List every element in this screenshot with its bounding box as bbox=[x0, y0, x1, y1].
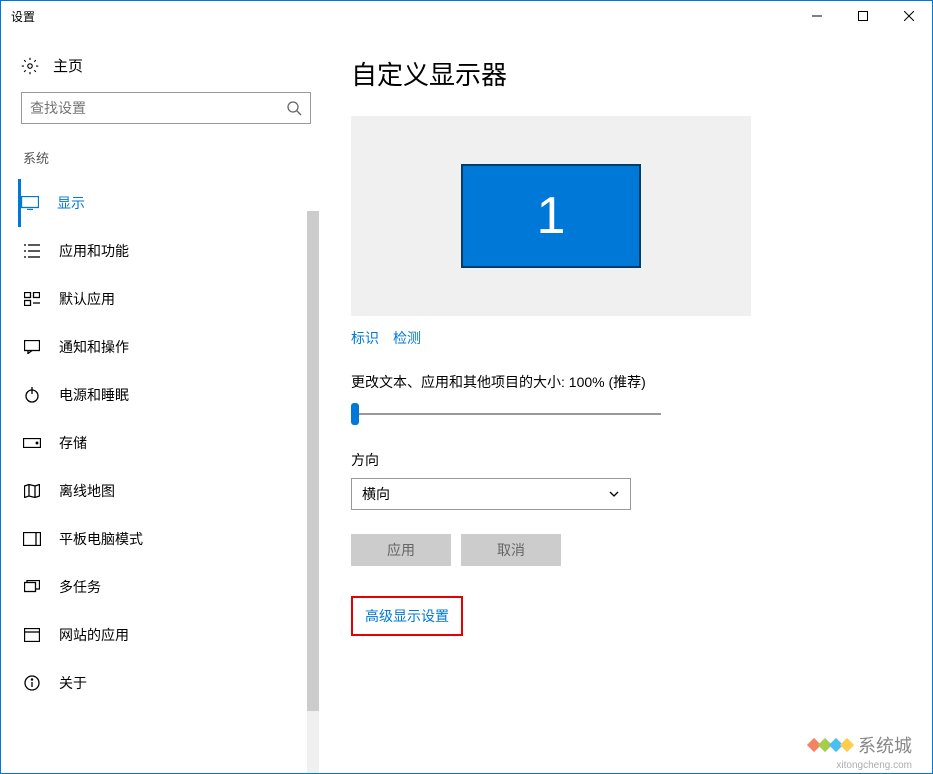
search-box[interactable] bbox=[21, 92, 311, 124]
search-icon bbox=[286, 100, 302, 116]
watermark-url: xitongcheng.com bbox=[836, 760, 912, 771]
slider-track bbox=[351, 413, 661, 415]
watermark-text: 系统城 bbox=[858, 732, 912, 758]
window-title: 设置 bbox=[11, 8, 794, 25]
nav-label: 电源和睡眠 bbox=[59, 385, 129, 405]
close-icon bbox=[904, 11, 914, 21]
nav-label: 通知和操作 bbox=[59, 337, 129, 357]
power-icon bbox=[23, 386, 41, 404]
window-icon bbox=[23, 626, 41, 644]
titlebar: 设置 bbox=[1, 1, 932, 31]
nav-label: 多任务 bbox=[59, 577, 101, 597]
monitor-1[interactable]: 1 bbox=[461, 164, 641, 268]
monitor-number: 1 bbox=[537, 186, 566, 246]
detect-link[interactable]: 检测 bbox=[393, 328, 421, 348]
monitor-preview: 1 bbox=[351, 116, 751, 316]
nav-label: 存储 bbox=[59, 433, 87, 453]
nav-label: 网站的应用 bbox=[59, 625, 129, 645]
cancel-button[interactable]: 取消 bbox=[461, 534, 561, 566]
nav-label: 关于 bbox=[59, 673, 87, 693]
close-button[interactable] bbox=[886, 1, 932, 31]
nav-list: 显示 应用和功能 默认应用 通知和操作 电源和睡眠 存储 bbox=[21, 179, 321, 707]
scale-slider[interactable] bbox=[351, 402, 661, 426]
nav-item-apps-websites[interactable]: 网站的应用 bbox=[21, 611, 321, 659]
minimize-icon bbox=[812, 11, 822, 21]
multitask-icon bbox=[23, 578, 41, 596]
titlebar-controls bbox=[794, 1, 932, 31]
sidebar: 主页 系统 显示 应用和功能 默认应用 bbox=[1, 31, 321, 773]
orientation-select[interactable]: 横向 bbox=[351, 478, 631, 510]
nav-item-notifications[interactable]: 通知和操作 bbox=[21, 323, 321, 371]
list-icon bbox=[23, 242, 41, 260]
home-button[interactable]: 主页 bbox=[21, 51, 321, 92]
maximize-icon bbox=[858, 11, 868, 21]
page-title: 自定义显示器 bbox=[351, 55, 902, 92]
nav-label: 应用和功能 bbox=[59, 241, 129, 261]
orientation-label: 方向 bbox=[351, 450, 902, 470]
advanced-display-link[interactable]: 高级显示设置 bbox=[365, 608, 449, 624]
highlight-annotation: 高级显示设置 bbox=[351, 596, 463, 636]
nav-item-default-apps[interactable]: 默认应用 bbox=[21, 275, 321, 323]
nav-item-tablet-mode[interactable]: 平板电脑模式 bbox=[21, 515, 321, 563]
info-icon bbox=[23, 674, 41, 692]
slider-thumb[interactable] bbox=[351, 403, 359, 425]
identify-link[interactable]: 标识 bbox=[351, 328, 379, 348]
maximize-button[interactable] bbox=[840, 1, 886, 31]
nav-label: 离线地图 bbox=[59, 481, 115, 501]
minimize-button[interactable] bbox=[794, 1, 840, 31]
tablet-icon bbox=[23, 530, 41, 548]
nav-item-storage[interactable]: 存储 bbox=[21, 419, 321, 467]
nav-label: 平板电脑模式 bbox=[59, 529, 143, 549]
nav-item-power-sleep[interactable]: 电源和睡眠 bbox=[21, 371, 321, 419]
nav-item-about[interactable]: 关于 bbox=[21, 659, 321, 707]
home-label: 主页 bbox=[53, 55, 83, 76]
apply-button[interactable]: 应用 bbox=[351, 534, 451, 566]
scrollbar-thumb[interactable] bbox=[307, 211, 319, 711]
scale-label: 更改文本、应用和其他项目的大小: 100% (推荐) bbox=[351, 372, 902, 392]
map-icon bbox=[23, 482, 41, 500]
chat-icon bbox=[23, 338, 41, 356]
nav-item-display[interactable]: 显示 bbox=[18, 179, 321, 227]
orientation-value: 横向 bbox=[362, 484, 390, 504]
nav-item-multitasking[interactable]: 多任务 bbox=[21, 563, 321, 611]
gear-icon bbox=[21, 57, 39, 75]
chevron-down-icon bbox=[608, 488, 620, 500]
grid-icon bbox=[23, 290, 41, 308]
nav-label: 显示 bbox=[57, 193, 85, 213]
display-icon bbox=[21, 194, 39, 212]
nav-label: 默认应用 bbox=[59, 289, 115, 309]
nav-item-offline-maps[interactable]: 离线地图 bbox=[21, 467, 321, 515]
search-input[interactable] bbox=[30, 100, 286, 116]
category-label: 系统 bbox=[21, 148, 321, 167]
sidebar-scrollbar[interactable] bbox=[307, 211, 319, 773]
windows-logo-icon bbox=[809, 740, 852, 750]
drive-icon bbox=[23, 434, 41, 452]
watermark: 系统城 bbox=[809, 732, 912, 758]
display-links: 标识 检测 bbox=[351, 328, 902, 348]
button-row: 应用 取消 bbox=[351, 534, 902, 566]
nav-item-apps-features[interactable]: 应用和功能 bbox=[21, 227, 321, 275]
main-panel: 自定义显示器 1 标识 检测 更改文本、应用和其他项目的大小: 100% (推荐… bbox=[321, 31, 932, 773]
